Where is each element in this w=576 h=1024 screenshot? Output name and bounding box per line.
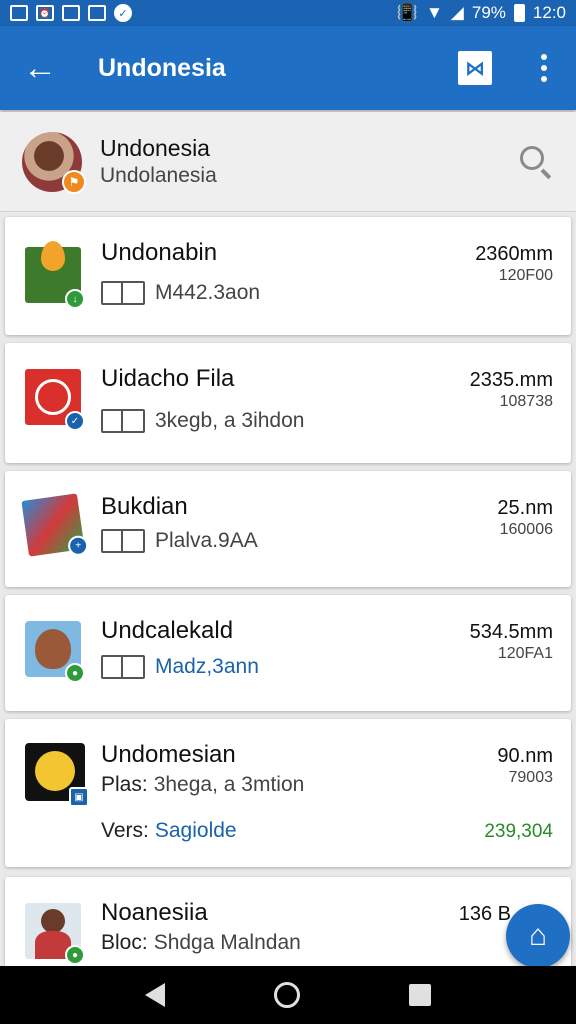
page-title: Undonesia <box>98 53 226 82</box>
app-thumbnail: ● <box>25 903 85 965</box>
bookmark-button[interactable]: ⋈ <box>458 51 492 85</box>
item-title: Undomesian <box>101 741 236 768</box>
chat-badge-icon: ● <box>65 663 85 683</box>
item-subsize: 160006 <box>499 521 553 538</box>
navigation-bar <box>0 966 576 1024</box>
item-meta: Shdga Malndan <box>153 931 301 954</box>
home-fab-button[interactable]: ⌂ <box>506 904 570 968</box>
item-size: 2360mm <box>475 243 553 265</box>
item-count: 239,304 <box>484 821 553 842</box>
item-meta-label: Plas: <box>101 773 148 796</box>
list-item[interactable]: ● Undcalekald Madz,3ann 534.5mm 120FA1 <box>5 595 571 711</box>
item-meta-label: Bloc: <box>101 931 148 954</box>
file-type-icon <box>101 529 145 553</box>
list-item[interactable]: ▣ Undomesian Plas: 3hega, a 3mtion Vers:… <box>5 719 571 867</box>
account-badge-icon: ⚑ <box>62 169 86 194</box>
app-bar: ← Undonesia ⋈ <box>0 26 576 110</box>
alarm-icon: ⏰ <box>36 5 54 21</box>
nav-recents-icon[interactable] <box>409 984 432 1006</box>
item-meta-link[interactable]: Madz,3ann <box>155 655 259 679</box>
app-thumbnail: ✓ <box>25 369 85 431</box>
list-item[interactable]: + Bukdian Plalva.9AA 25.nm 160006 <box>5 471 571 587</box>
item-version-link[interactable]: Sagiolde <box>155 819 237 843</box>
info-badge-icon: ✓ <box>65 411 85 431</box>
item-title: Uidacho Fila <box>101 365 235 392</box>
signal-icon: ◢ <box>450 3 464 22</box>
item-size: 534.5mm <box>469 621 553 643</box>
file-type-icon <box>101 281 145 305</box>
file-type-icon <box>101 655 145 679</box>
item-meta: 3hega, a 3mtion <box>153 773 305 796</box>
wifi-icon: ▼ <box>425 3 443 22</box>
image-icon <box>62 5 80 21</box>
item-meta: 3kegb, a 3ihdon <box>155 409 305 432</box>
more-options-icon[interactable] <box>524 38 564 98</box>
item-size: 2335.mm <box>469 369 553 391</box>
status-bar: ⏰ ✓ 📳 ▼ ◢ 79% 12:0 <box>0 0 576 26</box>
item-title: Undonabin <box>101 239 218 266</box>
clock: 12:0 <box>532 3 566 22</box>
item-subsize: 120FA1 <box>497 645 553 662</box>
item-version-label: Vers: <box>101 819 149 842</box>
list-item[interactable]: ✓ Uidacho Fila 3kegb, a 3ihdon 2335.mm 1… <box>5 343 571 463</box>
account-header[interactable]: ⚑ Undonesia Undolanesia <box>0 112 576 212</box>
item-size: 136 B <box>458 903 511 925</box>
battery-percent: 79% <box>471 3 506 22</box>
card-badge-icon: ▣ <box>69 787 89 807</box>
item-subsize: 120F00 <box>498 267 553 284</box>
app-thumbnail: + <box>21 493 89 557</box>
status-badge-icon: ● <box>65 945 85 965</box>
vibrate-icon: 📳 <box>396 3 418 22</box>
item-size: 90.nm <box>497 745 553 767</box>
item-title: Noanesiia <box>101 899 208 926</box>
message-icon <box>88 5 106 21</box>
item-subsize: 108738 <box>499 393 553 410</box>
app-thumbnail: ▣ <box>25 743 89 807</box>
pin-badge-icon: + <box>68 535 89 556</box>
app-thumbnail: ● <box>25 621 85 683</box>
nav-back-icon[interactable] <box>144 983 165 1007</box>
back-arrow-icon[interactable]: ← <box>10 38 70 98</box>
list-item[interactable]: ● Noanesiia Bloc: Shdga Malndan 136 B <box>5 877 571 966</box>
list-item[interactable]: ↓ Undonabin M442.3aon 2360mm 120F00 <box>5 217 571 335</box>
account-name: Undonesia <box>100 135 210 161</box>
avatar: ⚑ <box>22 131 86 194</box>
item-title: Undcalekald <box>101 617 234 644</box>
item-title: Bukdian <box>101 493 188 520</box>
item-size: 25.nm <box>497 497 553 519</box>
battery-icon <box>513 4 525 22</box>
item-meta: M442.3aon <box>155 281 261 304</box>
nav-home-icon[interactable] <box>273 982 300 1008</box>
account-subtitle: Undolanesia <box>100 164 217 187</box>
search-icon[interactable] <box>518 144 554 180</box>
item-meta: Plalva.9AA <box>155 529 258 552</box>
app-thumbnail: ↓ <box>25 241 85 309</box>
download-icon: ✓ <box>114 4 132 22</box>
file-type-icon <box>101 409 145 433</box>
item-subsize: 79003 <box>508 769 554 786</box>
download-badge-icon: ↓ <box>65 289 85 309</box>
notification-icon <box>10 5 28 21</box>
